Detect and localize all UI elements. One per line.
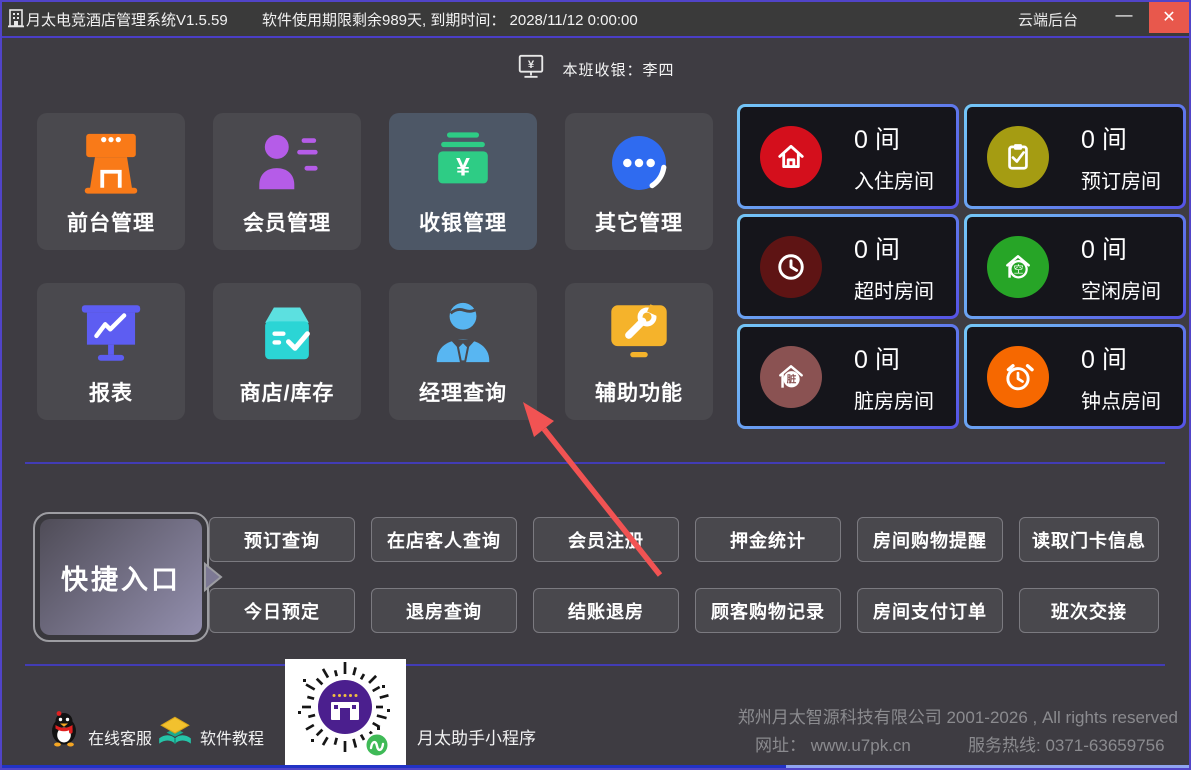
minimize-button[interactable]: — xyxy=(1105,0,1143,34)
tile-label: 收银管理 xyxy=(419,212,507,235)
tile-members[interactable]: 会员管理 xyxy=(213,113,361,250)
status-count: 0 间 xyxy=(1081,235,1127,264)
tile-manager-query[interactable]: 经理查询 xyxy=(389,283,537,420)
status-label: 脏房房间 xyxy=(854,390,934,413)
cashier-monitor-icon: ¥ xyxy=(516,52,546,87)
vacant-house-icon: 空 xyxy=(987,235,1049,298)
svg-text:空: 空 xyxy=(1014,262,1024,275)
main-menu-grid: 前台管理 会员管理 ¥ 收银管理 其它管理 报表 商店/库存 经理查询 辅助功能 xyxy=(37,113,713,420)
quick-buttons-row2: 今日预定 退房查询 结账退房 顾客购物记录 房间支付订单 班次交接 xyxy=(209,588,1159,633)
btn-shift-handover[interactable]: 班次交接 xyxy=(1019,588,1159,633)
status-label: 超时房间 xyxy=(854,280,934,303)
quick-buttons-row1: 预订查询 在店客人查询 会员注册 押金统计 房间购物提醒 读取门卡信息 xyxy=(209,517,1159,562)
tile-label: 前台管理 xyxy=(67,212,155,235)
quick-entry-pointer xyxy=(204,559,224,600)
tile-cashier[interactable]: ¥ 收银管理 xyxy=(389,113,537,250)
bottom-taskbar-strip xyxy=(0,765,1191,770)
tile-label: 会员管理 xyxy=(243,212,331,235)
status-overtime-rooms[interactable]: 0 间超时房间 xyxy=(737,214,959,319)
website-text: 网址： www.u7pk.cn xyxy=(755,736,911,755)
status-label: 钟点房间 xyxy=(1081,390,1161,413)
status-count: 0 间 xyxy=(1081,345,1127,374)
status-count: 0 间 xyxy=(1081,125,1127,154)
tile-label: 辅助功能 xyxy=(595,382,683,405)
status-occupied-rooms[interactable]: 0 间入住房间 xyxy=(737,104,959,209)
cashier-label: 本班收银：李四 xyxy=(562,62,675,79)
tile-reports[interactable]: 报表 xyxy=(37,283,185,420)
tile-auxiliary[interactable]: 辅助功能 xyxy=(565,283,713,420)
svg-text:¥: ¥ xyxy=(528,59,535,71)
report-board-icon xyxy=(74,283,148,377)
tile-label: 报表 xyxy=(89,382,133,405)
license-expiry-text: 软件使用期限剩余989天, 到期时间： 2028/11/12 0:00:00 xyxy=(262,12,638,29)
divider-top xyxy=(25,462,1165,464)
tutorial-icon xyxy=(156,714,194,753)
miniprogram-label: 月太助手小程序 xyxy=(417,729,536,748)
online-service-link[interactable]: 在线客服 xyxy=(88,725,152,749)
company-copyright: 郑州月太智源科技有限公司 2001-2026 , All rights rese… xyxy=(737,708,1178,727)
btn-customer-purchase-records[interactable]: 顾客购物记录 xyxy=(695,588,841,633)
btn-read-door-card[interactable]: 读取门卡信息 xyxy=(1019,517,1159,562)
tile-front-desk[interactable]: 前台管理 xyxy=(37,113,185,250)
btn-room-payment-orders[interactable]: 房间支付订单 xyxy=(857,588,1003,633)
manager-icon xyxy=(428,283,498,377)
tile-store-inventory[interactable]: 商店/库存 xyxy=(213,283,361,420)
quick-entry-bubble[interactable]: 快捷入口 xyxy=(33,512,223,642)
status-label: 入住房间 xyxy=(854,170,934,193)
tutorial-link[interactable]: 软件教程 xyxy=(200,725,264,749)
status-dirty-rooms[interactable]: 脏 0 间脏房房间 xyxy=(737,324,959,429)
room-status-grid: 0 间入住房间 0 间预订房间 0 间超时房间 空 0 间空闲房间 脏 0 间脏… xyxy=(737,104,1186,429)
ellipsis-circle-icon xyxy=(604,113,674,207)
alarm-clock-icon xyxy=(987,345,1049,408)
tile-label: 商店/库存 xyxy=(239,382,335,405)
svg-text:脏: 脏 xyxy=(787,373,797,385)
dirty-house-icon: 脏 xyxy=(760,345,822,408)
status-vacant-rooms[interactable]: 空 0 间空闲房间 xyxy=(964,214,1186,319)
status-count: 0 间 xyxy=(854,125,900,154)
svg-text:¥: ¥ xyxy=(456,154,470,181)
titlebar-accent-line xyxy=(0,36,1191,38)
hotel-management-window: 月太电竞酒店管理系统V1.5.59 软件使用期限剩余989天, 到期时间： 20… xyxy=(0,0,1191,770)
clock-icon xyxy=(760,235,822,298)
divider-bottom xyxy=(25,664,1165,666)
clipboard-check-icon xyxy=(987,125,1049,188)
status-hourly-rooms[interactable]: 0 间钟点房间 xyxy=(964,324,1186,429)
app-logo-icon xyxy=(7,8,25,33)
close-button[interactable]: ✕ xyxy=(1149,2,1189,33)
status-label: 空闲房间 xyxy=(1081,280,1161,303)
status-count: 0 间 xyxy=(854,235,900,264)
status-count: 0 间 xyxy=(854,345,900,374)
member-icon xyxy=(252,113,322,207)
btn-deposit-stats[interactable]: 押金统计 xyxy=(695,517,841,562)
btn-checkout-query[interactable]: 退房查询 xyxy=(371,588,517,633)
status-label: 预订房间 xyxy=(1081,170,1161,193)
btn-settle-checkout[interactable]: 结账退房 xyxy=(533,588,679,633)
qq-penguin-icon xyxy=(46,709,82,752)
btn-instore-guest-query[interactable]: 在店客人查询 xyxy=(371,517,517,562)
btn-today-reservations[interactable]: 今日预定 xyxy=(209,588,355,633)
hotline-text: 服务热线: 0371-63659756 xyxy=(968,736,1165,755)
btn-member-register[interactable]: 会员注册 xyxy=(533,517,679,562)
app-title: 月太电竞酒店管理系统V1.5.59 xyxy=(26,12,228,29)
quick-entry-label: 快捷入口 xyxy=(61,564,181,595)
tile-label: 其它管理 xyxy=(595,212,683,235)
cashier-icon: ¥ xyxy=(428,113,498,207)
storefront-icon xyxy=(76,113,146,207)
btn-room-shopping-reminder[interactable]: 房间购物提醒 xyxy=(857,517,1003,562)
tile-other[interactable]: 其它管理 xyxy=(565,113,713,250)
store-box-icon xyxy=(252,283,322,377)
home-icon xyxy=(760,125,822,188)
tile-label: 经理查询 xyxy=(419,382,507,405)
status-reserved-rooms[interactable]: 0 间预订房间 xyxy=(964,104,1186,209)
title-bar: 月太电竞酒店管理系统V1.5.59 软件使用期限剩余989天, 到期时间： 20… xyxy=(0,0,1191,36)
cloud-backend-button[interactable]: 云端后台 xyxy=(1018,9,1078,30)
btn-reservation-query[interactable]: 预订查询 xyxy=(209,517,355,562)
miniprogram-qr-code xyxy=(285,659,406,768)
tools-monitor-icon xyxy=(604,283,674,377)
cashier-header: ¥ 本班收银：李四 xyxy=(0,52,1191,87)
